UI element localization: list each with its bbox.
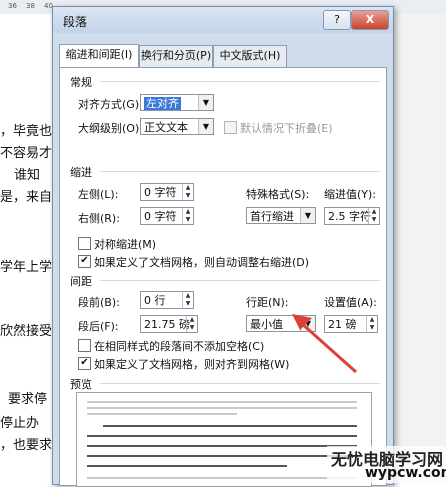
stepper-arrows-icon[interactable]: ▲ ▼ xyxy=(368,208,379,224)
space-before-label: 段前(B): xyxy=(78,296,120,309)
doc-line: 学年上学 xyxy=(0,260,53,275)
section-preview: 预览 xyxy=(70,378,92,391)
line-spacing-value: 最小值 xyxy=(250,318,283,331)
mirror-indent-label: 对称缩进(M) xyxy=(94,238,157,251)
scroll-area xyxy=(392,14,446,483)
space-after-label: 段后(F): xyxy=(78,320,119,333)
spacing-at-stepper[interactable]: 21 磅 ▲ ▼ xyxy=(324,315,378,333)
space-after-value: 21.75 磅 xyxy=(144,318,190,331)
indent-right-label: 右侧(R): xyxy=(78,212,120,225)
preview-line xyxy=(87,455,357,457)
preview-line xyxy=(87,465,287,467)
doc-line: 谁知 xyxy=(14,168,41,183)
ruler-tick: 36 xyxy=(8,2,17,10)
stepper-arrows-icon[interactable]: ▲ ▼ xyxy=(182,184,193,200)
doc-line: 要求停 xyxy=(8,392,48,407)
indent-right-stepper[interactable]: 0 字符 ▲ ▼ xyxy=(140,207,194,225)
special-format-value: 首行缩进 xyxy=(250,210,294,223)
outline-level-value: 正文文本 xyxy=(144,121,188,134)
preview-line xyxy=(87,401,357,403)
stepper-arrows-icon[interactable]: ▲ ▼ xyxy=(182,208,193,224)
indent-amount-label: 缩进值(Y): xyxy=(324,188,377,201)
line-spacing-label: 行距(N): xyxy=(246,296,289,309)
alignment-label: 对齐方式(G): xyxy=(78,98,143,111)
dialog-title: 段落 xyxy=(63,15,88,29)
section-indent: 缩进 xyxy=(70,166,92,179)
doc-line: 是，来自 xyxy=(0,190,53,205)
doc-line: 不容易才 xyxy=(0,146,53,161)
preview-line xyxy=(87,413,237,415)
help-button[interactable]: ? xyxy=(323,10,351,30)
no-space-same-style-label: 在相同样式的段落间不添加空格(C) xyxy=(94,340,265,353)
line-spacing-select[interactable]: 最小值 ▼ xyxy=(246,315,316,332)
close-button[interactable]: X xyxy=(351,10,389,30)
section-spacing: 间距 xyxy=(70,275,92,288)
chevron-down-icon[interactable]: ▼ xyxy=(198,119,213,134)
mirror-indent-checkbox[interactable] xyxy=(78,237,91,250)
space-before-stepper[interactable]: 0 行 ▲ ▼ xyxy=(140,291,194,309)
preview-line xyxy=(87,477,357,479)
ruler-tick: 38 xyxy=(26,2,35,10)
indent-right-value: 0 字符 xyxy=(144,210,177,223)
indent-left-stepper[interactable]: 0 字符 ▲ ▼ xyxy=(140,183,194,201)
auto-adjust-checkbox[interactable]: ✔ xyxy=(78,255,91,268)
chevron-down-icon[interactable]: ▼ xyxy=(300,316,315,331)
watermark-url: wypcw.com xyxy=(365,465,446,481)
special-format-select[interactable]: 首行缩进 ▼ xyxy=(246,207,316,224)
snap-to-grid-label: 如果定义了文档网格，则对齐到网格(W) xyxy=(94,358,290,371)
collapse-checkbox[interactable] xyxy=(224,121,237,134)
doc-line: ，也要求 xyxy=(0,438,53,453)
indent-amount-value: 2.5 字符 xyxy=(328,210,371,223)
chevron-down-icon[interactable]: ▼ xyxy=(198,95,213,110)
preview-line xyxy=(87,445,357,447)
no-space-same-style-checkbox[interactable] xyxy=(78,339,91,352)
spacing-at-value: 21 磅 xyxy=(328,318,357,331)
stepper-arrows-icon[interactable]: ▲ ▼ xyxy=(366,316,377,332)
tab-line-page-breaks[interactable]: 换行和分页(P) xyxy=(139,45,213,67)
watermark: 无忧电脑学习网 wypcw.com xyxy=(327,446,446,483)
preview-line xyxy=(103,425,357,427)
tab-indent-spacing[interactable]: 缩进和间距(I) xyxy=(59,44,139,68)
doc-line: ，毕竟也 xyxy=(0,124,53,139)
stepper-arrows-icon[interactable]: ▲ ▼ xyxy=(182,292,193,308)
tab-panel: 常规 对齐方式(G): 左对齐 ▼ 大纲级别(O): 正文文本 ▼ 默认情况下折… xyxy=(59,67,387,487)
outline-level-label: 大纲级别(O): xyxy=(78,122,143,135)
space-before-value: 0 行 xyxy=(144,294,166,307)
divider xyxy=(100,81,380,82)
indent-left-label: 左侧(L): xyxy=(78,188,119,201)
special-format-label: 特殊格式(S): xyxy=(246,188,310,201)
divider xyxy=(100,171,380,172)
auto-adjust-label: 如果定义了文档网格，则自动调整右缩进(D) xyxy=(94,256,310,269)
doc-line: 停止办 xyxy=(0,416,40,431)
preview-line xyxy=(87,407,357,409)
document-area[interactable]: ，毕竟也 不容易才 谁知 是，来自 学年上学 欣然接受 要求停 停止办 ，也要求 xyxy=(0,14,60,483)
section-general: 常规 xyxy=(70,76,92,89)
preview-line xyxy=(87,435,357,437)
indent-left-value: 0 字符 xyxy=(144,186,177,199)
divider xyxy=(100,383,380,384)
alignment-select[interactable]: 左对齐 ▼ xyxy=(140,94,214,111)
divider xyxy=(100,280,380,281)
paragraph-dialog: 段落 ? X 缩进和间距(I) 换行和分页(P) 中文版式(H) 常规 对齐方式… xyxy=(52,6,394,487)
stepper-arrows-icon[interactable]: ▲ ▼ xyxy=(186,316,197,332)
snap-to-grid-checkbox[interactable]: ✔ xyxy=(78,357,91,370)
dialog-titlebar[interactable]: 段落 ? X xyxy=(53,7,393,33)
chevron-down-icon[interactable]: ▼ xyxy=(300,208,315,223)
space-after-stepper[interactable]: 21.75 磅 ▲ ▼ xyxy=(140,315,198,333)
collapse-label: 默认情况下折叠(E) xyxy=(240,122,333,135)
alignment-value: 左对齐 xyxy=(144,97,181,110)
indent-amount-stepper[interactable]: 2.5 字符 ▲ ▼ xyxy=(324,207,380,225)
spacing-at-label: 设置值(A): xyxy=(324,296,377,309)
tab-asian-typography[interactable]: 中文版式(H) xyxy=(213,45,287,67)
doc-line: 欣然接受 xyxy=(0,324,53,339)
outline-level-select[interactable]: 正文文本 ▼ xyxy=(140,118,214,135)
